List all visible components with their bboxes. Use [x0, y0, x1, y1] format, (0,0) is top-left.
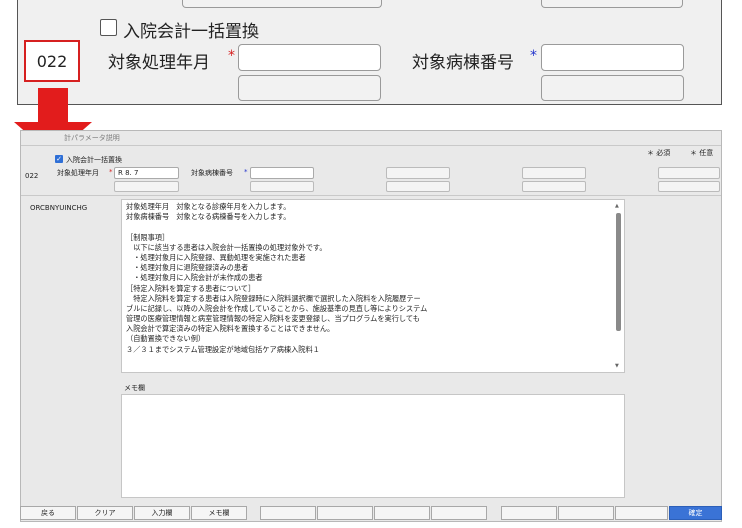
scroll-thumb[interactable]	[616, 213, 621, 331]
description-line: ［制限事項］	[126, 232, 170, 242]
period-input[interactable]: R 8. 7	[114, 167, 179, 179]
section-divider	[21, 195, 721, 196]
unused-field-6	[658, 181, 720, 192]
description-line: 対象処理年月 対象となる診療年月を入力します。	[126, 202, 291, 211]
zoom-top-field-1	[182, 0, 382, 8]
description-line: 以下に該当する患者は入院会計一括置換の処理対象外です。	[126, 242, 327, 252]
window-title: 計パラメータ説明	[64, 134, 120, 142]
function-key-6[interactable]	[260, 506, 316, 520]
zoom-code-highlight: 022	[24, 40, 80, 82]
unused-field-1	[386, 167, 450, 179]
ward-sub-field	[250, 181, 314, 192]
description-line: 対象病棟番号 対象となる病棟番号を入力します。	[126, 212, 291, 222]
description-line	[126, 222, 612, 232]
zoom-optional-mark: *	[530, 48, 537, 64]
description-line: ・処理対象月に入院登録、異動処理を実施された患者	[126, 252, 306, 262]
description-line: 管理の医療管理情報と病室管理情報の特定入院料を変更登録し、当プログラムを実行して…	[126, 314, 420, 324]
zoom-ward-sub-field	[541, 75, 684, 101]
zoom-top-field-2	[541, 0, 683, 8]
zoom-period-sub-field	[238, 75, 381, 101]
red-arrow-shaft	[38, 88, 68, 123]
parameter-code: 022	[25, 172, 39, 180]
legend-required: ＊ 必須	[647, 149, 671, 157]
memo-textarea[interactable]	[121, 394, 625, 498]
zoom-ward-input[interactable]	[541, 44, 684, 71]
window-title-bar: 計パラメータ説明	[22, 131, 720, 145]
ward-label: 対象病棟番号	[191, 169, 233, 177]
scroll-down-icon[interactable]: ▼	[615, 363, 619, 369]
description-line: （自動置換できない例）	[126, 334, 206, 344]
description-line: 入院会計で算定済みの特定入院料を置換することはできません。	[126, 324, 335, 334]
ward-input[interactable]	[250, 167, 314, 179]
function-key-10[interactable]	[501, 506, 557, 520]
confirm-button[interactable]: 確定	[669, 506, 722, 520]
description-line: ・処理対象月に入院会計が未作成の患者	[126, 273, 263, 283]
function-key-11[interactable]	[558, 506, 614, 520]
bulk-replace-label: 入院会計一括置換	[66, 156, 122, 164]
legend-optional: ＊ 任意	[690, 149, 714, 157]
unused-field-5	[658, 167, 720, 179]
program-name: ORCBNYUINCHG	[30, 204, 88, 212]
unused-field-2	[386, 181, 450, 192]
unused-field-3	[522, 167, 586, 179]
bulk-replace-checkbox[interactable]: ✓	[55, 155, 63, 163]
memo-button[interactable]: メモ欄	[191, 506, 247, 520]
input-help-button[interactable]: 入力欄	[134, 506, 190, 520]
description-line: ３／３１までシステム管理設定が地域包括ケア病棟入院料１	[126, 344, 320, 354]
function-key-9[interactable]	[431, 506, 487, 520]
zoom-bulk-replace-checkbox[interactable]	[100, 19, 117, 36]
function-key-8[interactable]	[374, 506, 430, 520]
period-required-mark: *	[109, 168, 113, 176]
description-line: ［特定入院料を算定する患者について］	[126, 283, 256, 293]
memo-label: メモ欄	[124, 384, 145, 392]
scroll-up-icon[interactable]: ▲	[615, 203, 619, 209]
ward-optional-mark: *	[244, 168, 248, 176]
back-button[interactable]: 戻る	[20, 506, 76, 520]
period-sub-field	[114, 181, 179, 192]
function-key-7[interactable]	[317, 506, 373, 520]
zoom-period-label: 対象処理年月	[108, 53, 210, 73]
description-text: 対象処理年月 対象となる診療年月を入力します。 対象病棟番号 対象となる病棟番号…	[126, 202, 612, 355]
function-key-bar: 戻る クリア 入力欄 メモ欄 確定	[20, 506, 722, 520]
zoom-bulk-replace-label: 入院会計一括置換	[123, 22, 259, 42]
description-textarea[interactable]: 対象処理年月 対象となる診療年月を入力します。 対象病棟番号 対象となる病棟番号…	[121, 199, 625, 373]
description-line: 特定入院料を算定する患者は入院登録時に入院料選択欄で選択した入院料を入院履歴テー	[126, 293, 421, 303]
description-line: ・処理対象月に退院登録済みの患者	[126, 263, 249, 273]
period-label: 対象処理年月	[57, 169, 99, 177]
zoom-period-input[interactable]	[238, 44, 381, 71]
zoom-ward-label: 対象病棟番号	[412, 53, 514, 73]
description-scrollbar[interactable]: ▲ ▼	[615, 203, 623, 369]
description-line: ブルに記録し、以降の入院会計を作成していることから、施設基準の見直し等によりシス…	[126, 303, 428, 313]
function-key-12[interactable]	[615, 506, 668, 520]
title-divider	[21, 145, 721, 146]
unused-field-4	[522, 181, 586, 192]
zoom-required-mark: *	[228, 48, 235, 64]
clear-button[interactable]: クリア	[77, 506, 133, 520]
